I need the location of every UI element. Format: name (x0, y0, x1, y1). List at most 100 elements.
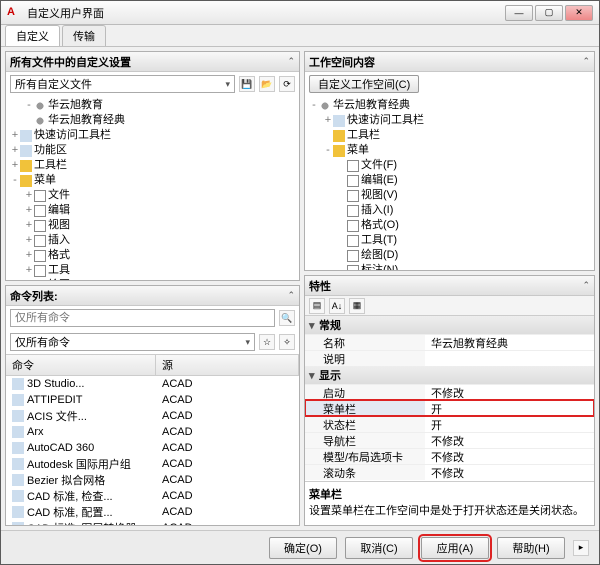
command-search-input[interactable] (10, 309, 275, 327)
property-row[interactable]: 模型/布局选项卡不修改 (305, 448, 594, 464)
new-icon[interactable]: ✧ (279, 334, 295, 350)
tab-customize[interactable]: 自定义 (5, 25, 60, 46)
property-row[interactable]: 滚动条不修改 (305, 464, 594, 480)
collapse-icon[interactable]: ⌃ (287, 56, 295, 67)
alpha-icon[interactable]: A↓ (329, 298, 345, 314)
property-value[interactable]: 不修改 (425, 465, 594, 480)
tree-node[interactable]: 格式(O) (309, 218, 590, 233)
command-row[interactable]: Autodesk 国际用户组ACAD (6, 456, 299, 472)
save-icon[interactable]: 💾 (239, 76, 255, 92)
tab-transfer[interactable]: 传输 (62, 25, 106, 46)
ok-button[interactable]: 确定(O) (269, 537, 337, 559)
property-row[interactable]: 名称华云旭教育经典 (305, 334, 594, 350)
expand-toggle[interactable]: + (24, 278, 34, 280)
tree-node[interactable]: +插入 (10, 233, 295, 248)
tree-node[interactable]: 华云旭教育经典 (10, 113, 295, 128)
tree-node[interactable]: 绘图(D) (309, 248, 590, 263)
maximize-button[interactable]: ▢ (535, 5, 563, 21)
tree-node[interactable]: 工具栏 (309, 128, 590, 143)
filter-combo[interactable]: 仅所有命令 (10, 333, 255, 351)
tree-node[interactable]: 标注(N) (309, 263, 590, 270)
tree-node[interactable]: 文件(F) (309, 158, 590, 173)
collapse-icon[interactable]: ⌃ (287, 290, 295, 301)
property-value[interactable]: 不修改 (425, 433, 594, 448)
customize-workspace-button[interactable]: 自定义工作空间(C) (309, 75, 419, 93)
tree-node[interactable]: +工具栏 (10, 158, 295, 173)
tree-node[interactable]: +视图 (10, 218, 295, 233)
expand-toggle[interactable]: + (10, 158, 20, 173)
expand-toggle[interactable]: + (24, 218, 34, 233)
expand-toggle[interactable]: - (309, 98, 319, 113)
expand-toggle[interactable]: + (24, 188, 34, 203)
expand-toggle[interactable]: + (24, 263, 34, 278)
tree-node[interactable]: -华云旭教育 (10, 98, 295, 113)
customizations-tree[interactable]: -华云旭教育 华云旭教育经典+快速访问工具栏+功能区+工具栏-菜单+文件+编辑+… (6, 96, 299, 280)
tree-node[interactable]: +绘图 (10, 278, 295, 280)
command-row[interactable]: CAD 标准, 图层转换器...ACAD (6, 520, 299, 525)
workspace-tree[interactable]: -华云旭教育经典+快速访问工具栏 工具栏-菜单 文件(F) 编辑(E) 视图(V… (305, 96, 594, 270)
property-row[interactable]: 菜单栏开 (305, 400, 594, 416)
property-value[interactable]: 华云旭教育经典 (425, 335, 594, 350)
tree-node[interactable]: -菜单 (10, 173, 295, 188)
command-row[interactable]: ArxACAD (6, 424, 299, 440)
expand-toggle[interactable]: + (10, 128, 20, 143)
tree-node[interactable]: +格式 (10, 248, 295, 263)
command-row[interactable]: AutoCAD 360ACAD (6, 440, 299, 456)
property-value[interactable] (425, 351, 594, 366)
command-row[interactable]: 3D Studio...ACAD (6, 376, 299, 392)
expand-toggle[interactable]: + (24, 233, 34, 248)
tree-node[interactable]: -菜单 (309, 143, 590, 158)
collapse-icon[interactable]: ⌃ (582, 56, 590, 67)
property-value[interactable]: 不修改 (425, 449, 594, 464)
collapse-icon[interactable]: ⌃ (582, 280, 590, 291)
prop-icon[interactable]: ▦ (349, 298, 365, 314)
property-row[interactable]: 状态栏开 (305, 416, 594, 432)
sync-icon[interactable]: ⟳ (279, 76, 295, 92)
expand-toggle[interactable]: + (24, 248, 34, 263)
command-row[interactable]: CAD 标准, 检查...ACAD (6, 488, 299, 504)
property-row[interactable]: 说明 (305, 350, 594, 366)
property-value[interactable]: 开 (425, 401, 594, 416)
col-command[interactable]: 命令 (6, 355, 156, 375)
tree-node[interactable]: 插入(I) (309, 203, 590, 218)
star-icon[interactable]: ☆ (259, 334, 275, 350)
expand-toggle[interactable]: + (24, 203, 34, 218)
cancel-button[interactable]: 取消(C) (345, 537, 413, 559)
col-source[interactable]: 源 (156, 355, 299, 375)
tree-node[interactable]: +快速访问工具栏 (10, 128, 295, 143)
expand-toggle[interactable]: + (323, 113, 333, 128)
help-button[interactable]: 帮助(H) (497, 537, 565, 559)
command-row[interactable]: ACIS 文件...ACAD (6, 408, 299, 424)
minimize-button[interactable]: — (505, 5, 533, 21)
tree-node[interactable]: -华云旭教育经典 (309, 98, 590, 113)
expand-toggle[interactable]: + (10, 143, 20, 158)
property-category[interactable]: ▾显示 (305, 366, 594, 384)
open-icon[interactable]: 📂 (259, 76, 275, 92)
property-value[interactable]: 不修改 (425, 385, 594, 400)
command-list[interactable]: 3D Studio...ACADATTIPEDITACADACIS 文件...A… (6, 376, 299, 525)
tree-node[interactable]: +文件 (10, 188, 295, 203)
expand-toggle[interactable]: - (323, 143, 333, 158)
property-row[interactable]: 导航栏不修改 (305, 432, 594, 448)
expand-icon[interactable]: ▸ (573, 540, 589, 556)
command-row[interactable]: Bezier 拟合网格ACAD (6, 472, 299, 488)
source-combo[interactable]: 所有自定义文件 (10, 75, 235, 93)
properties-grid[interactable]: ▾常规名称华云旭教育经典说明▾显示启动不修改菜单栏开状态栏开导航栏不修改模型/布… (305, 316, 594, 481)
property-row[interactable]: 启动不修改 (305, 384, 594, 400)
search-icon[interactable]: 🔍 (279, 310, 295, 326)
tree-node[interactable]: +编辑 (10, 203, 295, 218)
expand-toggle[interactable]: - (24, 98, 34, 113)
categorized-icon[interactable]: ▤ (309, 298, 325, 314)
titlebar[interactable]: 自定义用户界面 — ▢ ✕ (1, 1, 599, 25)
tree-node[interactable]: 编辑(E) (309, 173, 590, 188)
command-row[interactable]: CAD 标准, 配置...ACAD (6, 504, 299, 520)
command-row[interactable]: ATTIPEDITACAD (6, 392, 299, 408)
apply-button[interactable]: 应用(A) (421, 537, 489, 559)
tree-node[interactable]: 视图(V) (309, 188, 590, 203)
close-button[interactable]: ✕ (565, 5, 593, 21)
tree-node[interactable]: +快速访问工具栏 (309, 113, 590, 128)
property-value[interactable]: 开 (425, 417, 594, 432)
tree-node[interactable]: +功能区 (10, 143, 295, 158)
expand-toggle[interactable]: - (10, 173, 20, 188)
tree-node[interactable]: +工具 (10, 263, 295, 278)
